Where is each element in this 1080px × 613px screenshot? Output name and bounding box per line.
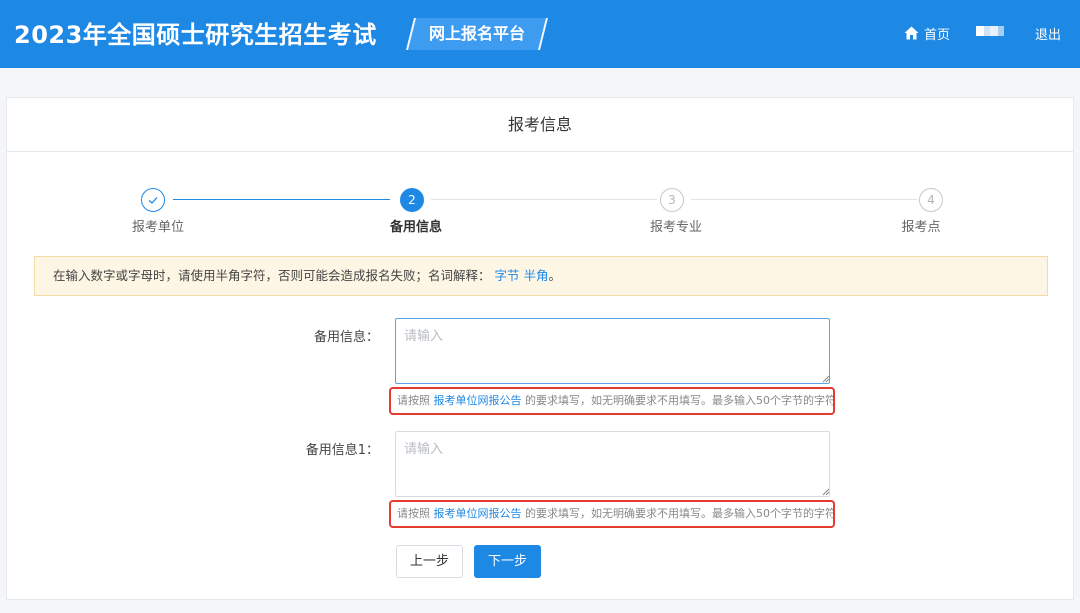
home-label: 首页 [924, 27, 951, 43]
logout-link[interactable]: 退出 [1035, 24, 1061, 43]
notice-link-halfwidth[interactable]: 半角 [524, 268, 549, 283]
field1-hint: 请按照 报考单位网报公告 的要求填写，如无明确要求不用填写。最多输入50个字节的… [389, 387, 835, 415]
hint-announcement-link[interactable]: 报考单位网报公告 [434, 507, 522, 520]
notice-link-byte[interactable]: 字节 [495, 268, 520, 283]
registration-card: 报考信息 2 3 4 报考单位 备用信息 报考专业 报考点 在输入数字或字母时，… [6, 97, 1074, 600]
field1-label: 备用信息： [313, 330, 379, 345]
top-header: 2023年全国硕士研究生招生考试 网上报名平台 首页 退出 [0, 0, 1080, 68]
step-3-indicator: 3 [660, 188, 684, 212]
hint-suffix: 的要求填写，如无明确要求不用填写。最多输入50个字节的字符 [521, 507, 835, 520]
step-2-label: 备用信息 [389, 220, 442, 235]
user-avatar[interactable] [976, 26, 1004, 36]
brand-title: 2023年全国硕士研究生招生考试 [14, 21, 377, 49]
step-connector-3 [691, 199, 917, 200]
resize-grip-icon[interactable] [822, 375, 830, 383]
hint-suffix: 的要求填写，如无明确要求不用填写。最多输入50个字节的字符 [521, 394, 835, 407]
hint-prefix: 请按照 [397, 394, 434, 407]
step-connector-2 [431, 199, 657, 200]
prev-step-button[interactable]: 上一步 [396, 545, 463, 578]
notice-end: 。 [548, 268, 562, 283]
step-2-indicator: 2 [400, 188, 424, 212]
step-4-indicator: 4 [919, 188, 943, 212]
step-4-label: 报考点 [901, 220, 941, 235]
notice-text: 在输入数字或字母时，请使用半角字符，否则可能会造成报名失败；名词解释： [53, 268, 491, 283]
backup-info1-input[interactable] [395, 431, 830, 497]
platform-label: 网上报名平台 [428, 24, 525, 43]
hint-prefix: 请按照 [397, 507, 434, 520]
home-icon [904, 26, 919, 40]
step-3-label: 报考专业 [649, 220, 702, 235]
next-step-button[interactable]: 下一步 [474, 545, 541, 578]
notice-banner: 在输入数字或字母时，请使用半角字符，否则可能会造成报名失败；名词解释： 字节 半角。 [34, 256, 1048, 296]
field2-label: 备用信息1： [305, 443, 379, 458]
step-1-check-icon [141, 188, 165, 212]
field2-hint: 请按照 报考单位网报公告 的要求填写，如无明确要求不用填写。最多输入50个字节的… [389, 500, 835, 528]
resize-grip-icon[interactable] [822, 488, 830, 496]
backup-info-input[interactable] [395, 318, 830, 384]
step-1-label: 报考单位 [131, 220, 184, 235]
step-connector-1 [173, 199, 390, 200]
home-link[interactable]: 首页 [904, 22, 950, 44]
hint-announcement-link[interactable]: 报考单位网报公告 [434, 394, 522, 407]
page-title: 报考信息 [7, 98, 1073, 152]
